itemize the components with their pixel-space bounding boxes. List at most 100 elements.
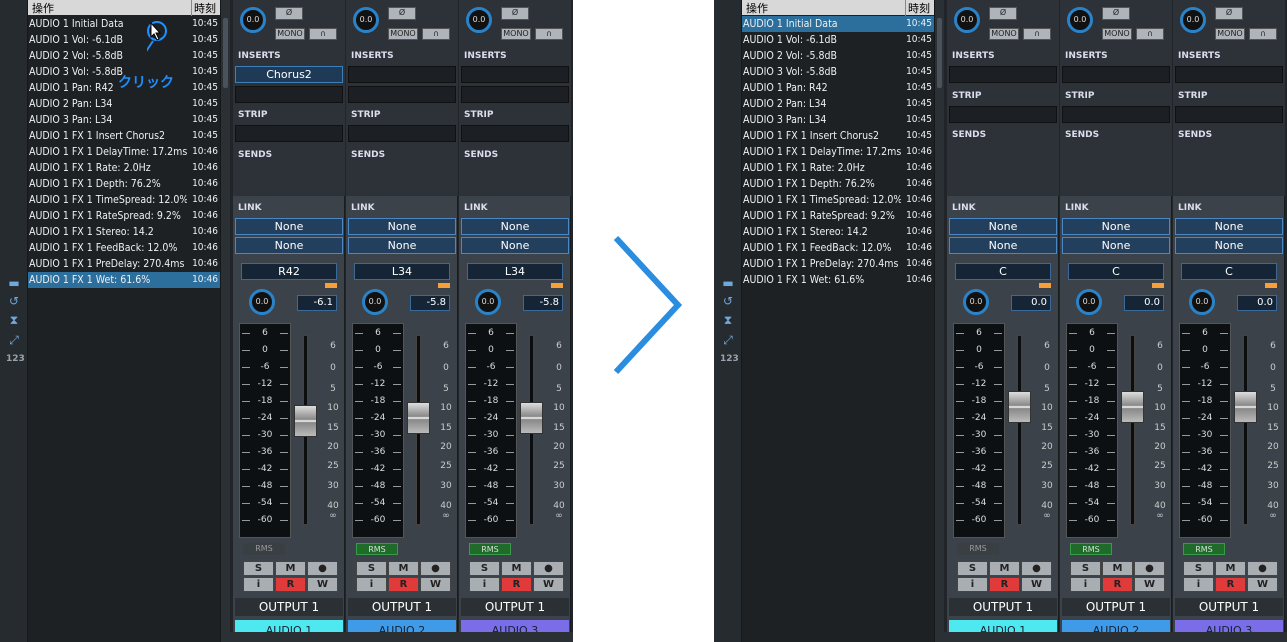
phase-button[interactable]: Ø	[388, 7, 416, 20]
strip-slot[interactable]	[949, 106, 1057, 123]
insert-slot[interactable]: Chorus2	[235, 66, 343, 83]
history-row[interactable]: AUDIO 1 FX 1 Depth: 76.2% 10:46	[28, 176, 220, 192]
read-button[interactable]: R	[388, 577, 419, 592]
undo-icon[interactable]: ↺	[720, 294, 736, 308]
strip-header[interactable]: STRIP	[1175, 88, 1283, 104]
mono-button[interactable]: MONO	[989, 28, 1019, 40]
volume-fader[interactable]	[1121, 391, 1144, 423]
insert-slot[interactable]	[348, 66, 456, 83]
input-monitor-button[interactable]: i	[356, 577, 387, 592]
inserts-header[interactable]: INSERTS	[235, 48, 343, 64]
solo-button[interactable]: S	[1070, 561, 1101, 576]
history-row[interactable]: AUDIO 1 Initial Data 10:45	[742, 16, 934, 32]
input-gain-knob[interactable]: 0.0	[1180, 7, 1206, 33]
phase-button[interactable]: Ø	[1102, 7, 1130, 20]
history-row[interactable]: AUDIO 1 FX 1 Rate: 2.0Hz 10:46	[28, 160, 220, 176]
fader-track[interactable]	[1130, 335, 1135, 525]
insert-slot[interactable]	[1175, 66, 1283, 83]
rms-button[interactable]: RMS	[1070, 543, 1112, 555]
mute-button[interactable]: M	[1215, 561, 1246, 576]
input-gain-knob[interactable]: 0.0	[1067, 7, 1093, 33]
link-header[interactable]: LINK	[235, 200, 343, 216]
history-row[interactable]: AUDIO 1 FX 1 TimeSpread: 12.0% 10:46	[742, 192, 934, 208]
scrollbar-thumb[interactable]	[937, 18, 942, 88]
link-none-2[interactable]: None	[1175, 237, 1283, 254]
volume-fader[interactable]	[520, 402, 543, 435]
link-header[interactable]: LINK	[949, 200, 1057, 216]
mute-button[interactable]: M	[275, 561, 306, 576]
pan-knob[interactable]: 0.0	[362, 289, 388, 315]
link-none-1[interactable]: None	[235, 218, 343, 235]
sends-header[interactable]: SENDS	[949, 127, 1057, 143]
col-operation-header[interactable]: 操作	[746, 0, 768, 16]
undo-icon[interactable]: ↺	[6, 294, 22, 308]
history-row[interactable]: AUDIO 1 FX 1 Depth: 76.2% 10:46	[742, 176, 934, 192]
insert-slot-empty[interactable]	[348, 86, 456, 103]
strip-header[interactable]: STRIP	[348, 107, 456, 123]
strip-slot[interactable]	[1062, 106, 1170, 123]
volume-fader[interactable]	[294, 405, 317, 438]
number-toggle[interactable]: 123	[6, 352, 25, 366]
input-gain-knob[interactable]: 0.0	[353, 7, 379, 33]
history-row[interactable]: AUDIO 1 Pan: R42 10:45	[742, 80, 934, 96]
mute-button[interactable]: M	[501, 561, 532, 576]
link-none-2[interactable]: None	[1062, 237, 1170, 254]
write-button[interactable]: W	[1247, 577, 1278, 592]
read-button[interactable]: R	[275, 577, 306, 592]
insert-slot-empty[interactable]	[235, 86, 343, 103]
strip-slot[interactable]	[235, 125, 343, 142]
link-none-1[interactable]: None	[348, 218, 456, 235]
history-row[interactable]: AUDIO 1 FX 1 PreDelay: 270.4ms 10:46	[742, 256, 934, 272]
history-row[interactable]: AUDIO 2 Vol: -5.8dB 10:45	[28, 48, 220, 64]
rms-button[interactable]: RMS	[957, 543, 999, 555]
mixer-scrollbar[interactable]	[230, 632, 573, 642]
history-row[interactable]: AUDIO 1 FX 1 TimeSpread: 12.0% 10:46	[28, 192, 220, 208]
inserts-header[interactable]: INSERTS	[1175, 48, 1283, 64]
history-row[interactable]: AUDIO 1 FX 1 DelayTime: 17.2ms 10:46	[742, 144, 934, 160]
collapse-icon[interactable]: ⧗	[720, 313, 736, 327]
input-monitor-button[interactable]: i	[1070, 577, 1101, 592]
pan-display[interactable]: C	[955, 263, 1051, 280]
read-button[interactable]: R	[501, 577, 532, 592]
solo-button[interactable]: S	[957, 561, 988, 576]
history-row[interactable]: AUDIO 3 Pan: L34 10:45	[742, 112, 934, 128]
read-button[interactable]: R	[1215, 577, 1246, 592]
strip-header[interactable]: STRIP	[949, 88, 1057, 104]
solo-button[interactable]: S	[1183, 561, 1214, 576]
record-arm-button[interactable]: ●	[420, 561, 451, 576]
record-arm-button[interactable]: ●	[307, 561, 338, 576]
phase-button[interactable]: Ø	[275, 7, 303, 20]
history-row[interactable]: AUDIO 1 FX 1 Rate: 2.0Hz 10:46	[742, 160, 934, 176]
input-gain-knob[interactable]: 0.0	[954, 7, 980, 33]
read-button[interactable]: R	[989, 577, 1020, 592]
history-row[interactable]: AUDIO 1 Vol: -6.1dB 10:45	[742, 32, 934, 48]
link-none-2[interactable]: None	[949, 237, 1057, 254]
history-row[interactable]: AUDIO 1 FX 1 PreDelay: 270.4ms 10:46	[28, 256, 220, 272]
history-row[interactable]: AUDIO 1 FX 1 Wet: 61.6% 10:46	[28, 272, 220, 288]
sends-header[interactable]: SENDS	[1175, 127, 1283, 143]
input-monitor-button[interactable]: i	[1183, 577, 1214, 592]
headphone-icon[interactable]: ∩	[422, 28, 450, 40]
rms-button[interactable]: RMS	[356, 543, 398, 555]
history-row[interactable]: AUDIO 2 Pan: L34 10:45	[742, 96, 934, 112]
phase-button[interactable]: Ø	[501, 7, 529, 20]
history-row[interactable]: AUDIO 1 FX 1 FeedBack: 12.0% 10:46	[28, 240, 220, 256]
record-arm-button[interactable]: ●	[1021, 561, 1052, 576]
pan-knob[interactable]: 0.0	[249, 289, 275, 315]
pan-knob[interactable]: 0.0	[475, 289, 501, 315]
history-row[interactable]: AUDIO 1 FX 1 Stereo: 14.2 10:46	[28, 224, 220, 240]
inserts-header[interactable]: INSERTS	[1062, 48, 1170, 64]
write-button[interactable]: W	[307, 577, 338, 592]
fader-view-icon[interactable]: ▬	[6, 276, 22, 290]
headphone-icon[interactable]: ∩	[1023, 28, 1051, 40]
solo-button[interactable]: S	[356, 561, 387, 576]
volume-display[interactable]: -6.1	[297, 295, 337, 311]
read-button[interactable]: R	[1102, 577, 1133, 592]
link-none-2[interactable]: None	[461, 237, 569, 254]
rms-button[interactable]: RMS	[469, 543, 511, 555]
history-row[interactable]: AUDIO 1 FX 1 Insert Chorus2 10:45	[28, 128, 220, 144]
volume-display[interactable]: -5.8	[523, 295, 563, 311]
history-row[interactable]: AUDIO 1 FX 1 Insert Chorus2 10:45	[742, 128, 934, 144]
history-scrollbar[interactable]	[934, 0, 944, 642]
insert-slot[interactable]	[949, 66, 1057, 83]
